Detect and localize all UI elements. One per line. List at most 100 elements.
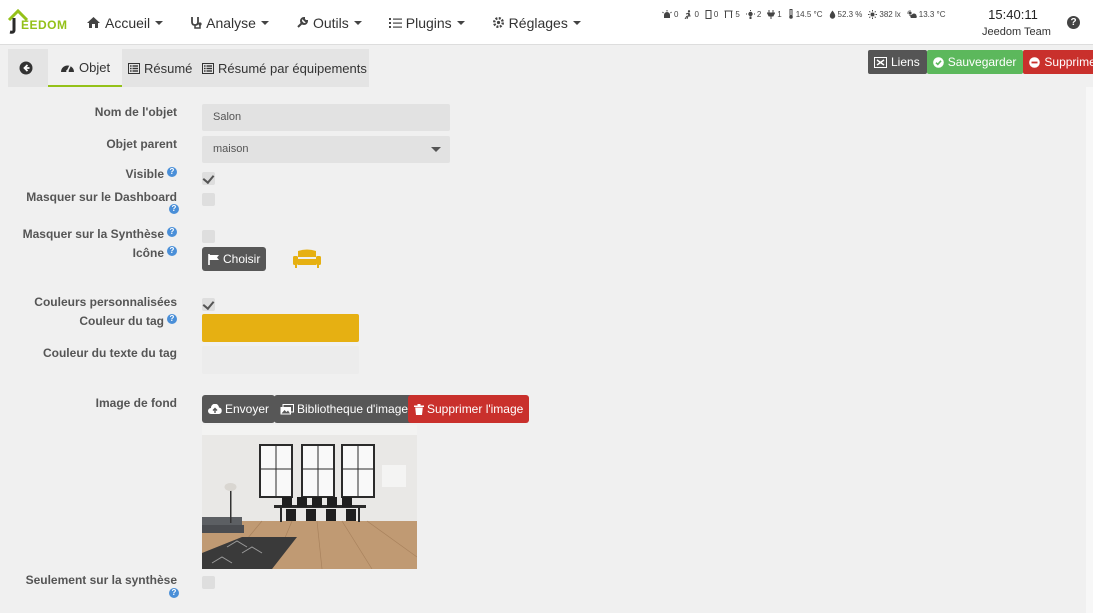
tag-text-color-picker[interactable] [202, 346, 359, 374]
menu-reglages-label: Réglages [508, 14, 568, 31]
trash-icon [414, 403, 424, 415]
page-scrollbar[interactable] [1086, 87, 1093, 613]
help-hide-synthese-icon[interactable]: ? [167, 227, 177, 237]
parent-select[interactable]: maison [202, 136, 450, 163]
object-name-input[interactable]: Salon [202, 104, 450, 131]
tachometer-icon [61, 65, 74, 73]
choose-icon-button[interactable]: Choisir [202, 247, 267, 271]
only-synthese-label: Seulement sur la synthèse [25, 573, 177, 587]
light-icon [745, 9, 755, 19]
menu-outils-label: Outils [312, 14, 349, 31]
help-only-synthese-icon[interactable]: ? [169, 588, 179, 598]
tag-text-color-label: Couleur du texte du tag [42, 346, 177, 360]
tasks-icon [388, 17, 402, 28]
menu-accueil-label: Accueil [105, 14, 151, 31]
main-menu: Accueil Analyse Outils Plugins Réglages [86, 0, 608, 45]
tag-color-picker[interactable] [202, 314, 359, 342]
bg-image-label: Image de fond [95, 396, 177, 410]
plug-icon [767, 9, 776, 19]
image-library-button[interactable]: Bibliotheque d'image [274, 395, 415, 423]
status-luminosity[interactable]: 382 lx [868, 9, 901, 19]
status-humidity[interactable]: 52.3 % [829, 10, 862, 19]
back-button[interactable] [19, 49, 37, 87]
parent-select-value: maison [213, 143, 249, 155]
links-button[interactable]: Liens [868, 50, 927, 74]
status-window[interactable]: 5 [724, 10, 740, 19]
minus-circle-icon [1029, 56, 1041, 68]
tab-resume-label: Résumé [144, 60, 193, 76]
links-icon [874, 56, 887, 68]
help-visible-icon[interactable]: ? [167, 167, 177, 177]
upload-button[interactable]: Envoyer [202, 395, 276, 423]
save-button[interactable]: Sauvegarder [926, 50, 1024, 74]
tab-strip: Objet Résumé Résumé par équipements [8, 49, 369, 87]
delete-button[interactable]: Supprimer [1023, 50, 1093, 74]
menu-reglages[interactable]: Réglages [492, 15, 581, 31]
tab-resume-equipements[interactable]: Résumé par équipements [202, 49, 367, 87]
caret-down-icon [431, 147, 441, 152]
menu-plugins-label: Plugins [405, 14, 452, 31]
help-tag-color-icon[interactable]: ? [167, 314, 177, 324]
user-name[interactable]: Jeedom Team [982, 26, 1051, 38]
logo-text: EEDOM [21, 18, 68, 32]
wrench-icon [297, 16, 308, 28]
tab-resume[interactable]: Résumé [128, 49, 192, 87]
clock: 15:40:11 Jeedom Team [982, 7, 1051, 38]
living-room-photo [202, 425, 417, 569]
home-icon [87, 17, 100, 28]
arrow-circle-left-icon [19, 61, 33, 75]
status-alarm[interactable]: 0 [662, 9, 678, 19]
visible-label: Visible? [126, 167, 177, 181]
help-icon-icon[interactable]: ? [167, 246, 177, 256]
status-light[interactable]: 2 [745, 9, 761, 19]
menu-plugins[interactable]: Plugins [388, 14, 465, 31]
background-image-preview [202, 425, 417, 569]
status-summary: 0 0 0 5 2 1 14.5 °C 52.3 % 382 lx 13.3 °… [662, 9, 952, 19]
tab-objet[interactable]: Objet [48, 49, 122, 87]
parent-label: Objet parent [106, 137, 177, 151]
visible-checkbox[interactable] [202, 172, 215, 185]
cloud-upload-icon [208, 403, 222, 414]
tab-objet-label: Objet [79, 59, 111, 75]
status-temperature[interactable]: 14.5 °C [788, 9, 823, 19]
custom-colors-label: Couleurs personnalisées [34, 295, 177, 309]
help-hide-dashboard-icon[interactable]: ? [169, 204, 179, 214]
stethoscope-icon [191, 16, 202, 29]
status-motion[interactable]: 0 [684, 9, 699, 19]
list-alt-icon [128, 62, 140, 74]
clock-time: 15:40:11 [988, 7, 1038, 22]
luminosity-icon [868, 9, 878, 19]
status-outdoor-temp[interactable]: 13.3 °C [906, 9, 946, 19]
hide-dashboard-checkbox[interactable] [202, 193, 215, 206]
door-icon [705, 9, 712, 19]
menu-outils[interactable]: Outils [296, 15, 362, 31]
tab-resume-equipements-label: Résumé par équipements [218, 60, 367, 76]
tag-color-label: Couleur du tag? [79, 314, 177, 328]
help-icon[interactable]: ? [1067, 16, 1080, 29]
humidity-icon [829, 10, 835, 19]
alarm-light-icon [662, 9, 672, 18]
thermometer-icon [788, 9, 793, 19]
menu-accueil[interactable]: Accueil [86, 14, 164, 31]
menu-analyse-label: Analyse [206, 14, 256, 31]
name-label: Nom de l'objet [94, 105, 177, 119]
hide-dashboard-label: Masquer sur le Dashboard [26, 190, 177, 204]
status-door[interactable]: 0 [705, 9, 718, 19]
menu-analyse[interactable]: Analyse [190, 15, 269, 31]
flag-icon [208, 253, 219, 265]
images-icon [280, 403, 294, 414]
custom-colors-checkbox[interactable] [202, 298, 215, 311]
remove-image-button[interactable]: Supprimer l'image [408, 395, 530, 423]
only-synthese-checkbox[interactable] [202, 576, 215, 589]
hide-synthese-checkbox[interactable] [202, 230, 215, 243]
status-plug[interactable]: 1 [767, 9, 782, 19]
motion-icon [685, 9, 692, 19]
icon-label: Icône? [133, 246, 177, 260]
sofa-icon [293, 249, 321, 268]
list-alt-icon [202, 62, 214, 74]
action-buttons: Liens Sauvegarder Supprimer [868, 50, 1093, 74]
jeedom-logo[interactable]: JEEDOM [5, 6, 69, 36]
window-icon [724, 10, 733, 18]
hide-synthese-label: Masquer sur la Synthèse? [23, 227, 177, 241]
top-navbar: JEEDOM Accueil Analyse Outils Plugins Ré… [0, 0, 1093, 45]
